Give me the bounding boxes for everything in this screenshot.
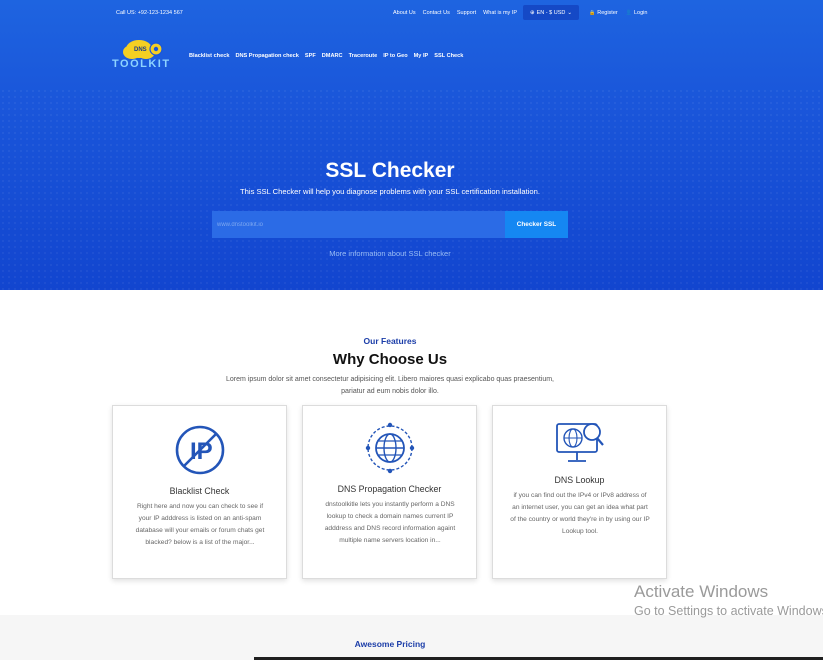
domain-input[interactable] — [212, 211, 505, 238]
activate-windows-watermark: Activate Windows Go to Settings to activ… — [634, 582, 823, 618]
top-links: About Us Contact Us Support What is my I… — [393, 10, 517, 16]
language-currency-dropdown[interactable]: ⊕ EN - $ USD ⌄ — [523, 5, 579, 20]
globe-network-icon — [303, 420, 476, 476]
feature-card-blacklist[interactable]: IP Blacklist Check Right here and now yo… — [112, 405, 287, 579]
logo-cloud-icon: DNS — [123, 40, 163, 59]
card-title: Blacklist Check — [169, 486, 230, 496]
register-link[interactable]: 🔒 Register — [589, 10, 618, 16]
nav-traceroute[interactable]: Traceroute — [349, 53, 378, 59]
register-label: Register — [597, 10, 618, 16]
watermark-title: Activate Windows — [634, 582, 769, 601]
watermark-subtitle: Go to Settings to activate Windows. — [634, 604, 823, 618]
nav-dmarc[interactable]: DMARC — [322, 53, 343, 59]
ssl-search-form: Checker SSL — [212, 211, 568, 238]
feature-card-dns-propagation[interactable]: DNS Propagation Checker dnstoolkitle let… — [302, 405, 477, 579]
logo-badge: DNS — [134, 47, 147, 53]
pricing-label: Awesome Pricing — [354, 639, 426, 649]
card-text: if you can find out the IPv4 or IPv8 add… — [510, 492, 650, 535]
blocked-ip-icon: IP — [113, 424, 286, 476]
logo-text: TOOLKIT — [112, 58, 171, 70]
call-us-text: Call US: +92-123-1234 567 — [116, 10, 183, 16]
nav-spf[interactable]: SPF — [305, 53, 316, 59]
main-nav: Blacklist check DNS Propagation check SP… — [189, 53, 463, 59]
top-bar: Call US: +92-123-1234 567 About Us Conta… — [0, 0, 823, 26]
globe-icon: ⊕ — [530, 9, 535, 16]
feature-card-dns-lookup[interactable]: DNS Lookup if you can find out the IPv4 … — [492, 405, 667, 579]
more-info-link[interactable]: More information about SSL checker — [0, 249, 780, 258]
chevron-down-icon: ⌄ — [567, 9, 572, 16]
top-link-what-is-my-ip[interactable]: What is my IP — [483, 10, 517, 16]
nav-my-ip[interactable]: My IP — [414, 53, 429, 59]
login-link[interactable]: 👤 Login — [626, 10, 648, 16]
page-title: SSL Checker — [325, 159, 455, 182]
user-icon: 👤 — [625, 10, 632, 16]
top-link-contact[interactable]: Contact Us — [423, 10, 450, 16]
pricing-section: Awesome Pricing — [0, 615, 823, 660]
card-title: DNS Lookup — [554, 475, 605, 485]
checker-ssl-button[interactable]: Checker SSL — [505, 211, 568, 238]
features-title: Why Choose Us — [332, 351, 448, 368]
hero-section: Call US: +92-123-1234 567 About Us Conta… — [0, 0, 823, 290]
nav-ip-to-geo[interactable]: IP to Geo — [383, 53, 407, 59]
card-text: Right here and now you can check to see … — [135, 503, 265, 546]
nav-dns-propagation[interactable]: DNS Propagation check — [235, 53, 298, 59]
features-label: Our Features — [363, 336, 417, 346]
top-link-about[interactable]: About Us — [393, 10, 416, 16]
language-label: EN - $ USD — [536, 9, 566, 16]
login-label: Login — [633, 10, 648, 16]
monitor-search-icon — [493, 418, 666, 468]
card-title: DNS Propagation Checker — [337, 484, 442, 494]
nav-ssl-check[interactable]: SSL Check — [434, 53, 463, 59]
card-text: dnstoolkitle lets you instantly perform … — [324, 501, 456, 544]
hero-subtitle: This SSL Checker will help you diagnose … — [240, 187, 540, 196]
auth-links: 🔒 Register 👤 Login — [589, 10, 647, 16]
lock-icon: 🔒 — [589, 10, 596, 16]
site-logo[interactable]: DNS TOOLKIT — [112, 36, 176, 72]
top-link-support[interactable]: Support — [457, 10, 476, 16]
features-description: Lorem ipsum dolor sit amet consectetur a… — [226, 376, 554, 395]
nav-blacklist-check[interactable]: Blacklist check — [189, 53, 229, 59]
